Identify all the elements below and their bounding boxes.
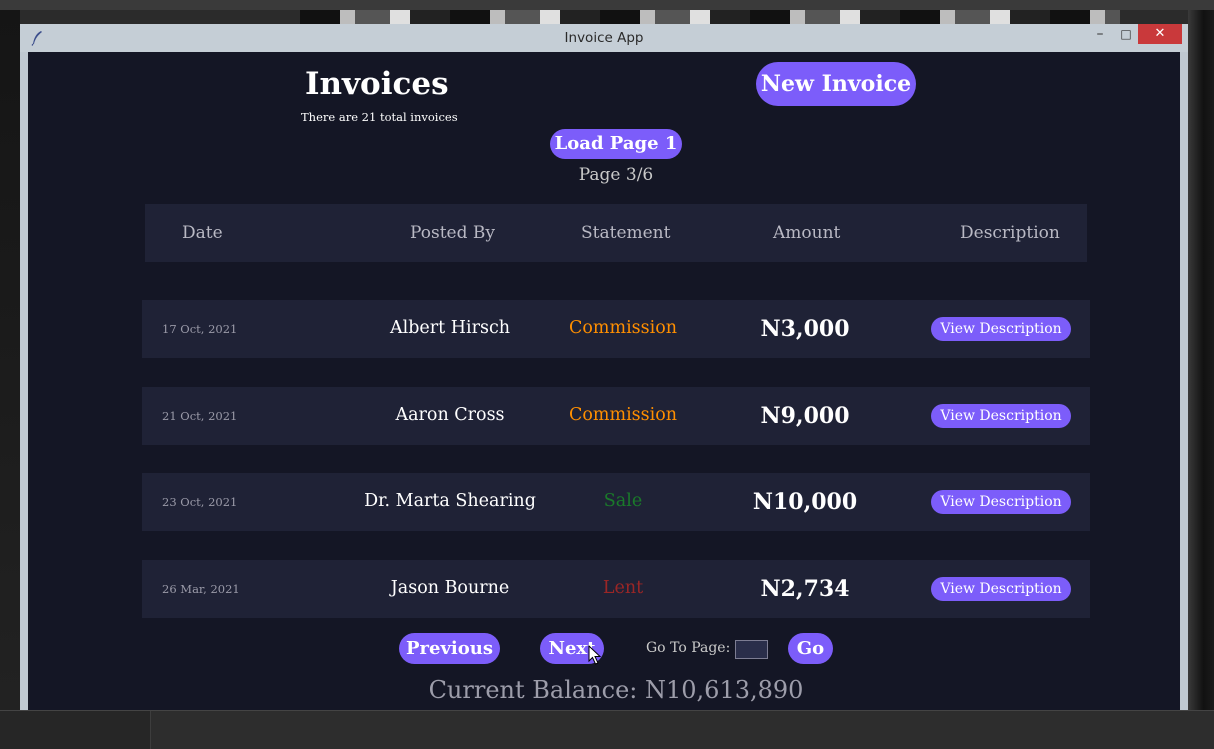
column-header-date: Date bbox=[182, 223, 223, 243]
invoice-date: 21 Oct, 2021 bbox=[162, 409, 238, 423]
load-page-button[interactable]: Load Page 1 bbox=[550, 129, 682, 159]
view-description-button[interactable]: View Description bbox=[931, 317, 1071, 341]
invoice-amount: N10,000 bbox=[752, 489, 858, 515]
invoice-posted-by: Aaron Cross bbox=[395, 405, 505, 425]
column-header-statement: Statement bbox=[581, 223, 671, 243]
window-title: Invoice App bbox=[564, 30, 644, 46]
taskbar-item[interactable] bbox=[0, 711, 151, 749]
invoice-posted-by: Dr. Marta Shearing bbox=[364, 491, 536, 511]
go-button[interactable]: Go bbox=[788, 633, 833, 664]
invoice-amount: N3,000 bbox=[760, 316, 850, 342]
invoice-statement: Commission bbox=[568, 318, 678, 338]
mouse-pointer-icon bbox=[588, 645, 602, 665]
invoice-date: 23 Oct, 2021 bbox=[162, 495, 238, 509]
page-title: Invoices bbox=[305, 66, 449, 102]
view-description-button[interactable]: View Description bbox=[931, 404, 1071, 428]
goto-page-input[interactable] bbox=[735, 640, 768, 659]
table-row: 23 Oct, 2021 Dr. Marta Shearing Sale N10… bbox=[142, 473, 1090, 531]
table-row: 26 Mar, 2021 Jason Bourne Lent N2,734 Vi… bbox=[142, 560, 1090, 618]
close-button[interactable]: ✕ bbox=[1138, 24, 1182, 44]
column-header-description: Description bbox=[960, 223, 1060, 243]
column-header-amount: Amount bbox=[773, 223, 841, 243]
invoice-amount: N9,000 bbox=[760, 403, 850, 429]
background-photo-strip bbox=[300, 10, 1120, 24]
invoice-statement: Lent bbox=[602, 578, 644, 598]
title-bar[interactable]: Invoice App – □ ✕ bbox=[20, 24, 1188, 52]
invoice-posted-by: Albert Hirsch bbox=[389, 318, 511, 338]
invoice-statement: Commission bbox=[568, 405, 678, 425]
invoice-date: 26 Mar, 2021 bbox=[162, 582, 240, 596]
table-header: Date Posted By Statement Amount Descript… bbox=[145, 204, 1087, 262]
invoice-posted-by: Jason Bourne bbox=[390, 578, 510, 598]
column-header-posted-by: Posted By bbox=[410, 223, 495, 243]
previous-page-button[interactable]: Previous bbox=[399, 633, 500, 664]
goto-page-label: Go To Page: bbox=[646, 640, 731, 656]
current-balance: Current Balance: N10,613,890 bbox=[428, 676, 804, 704]
invoice-count: There are 21 total invoices bbox=[301, 110, 458, 124]
desktop-backdrop-left bbox=[0, 10, 20, 710]
page-indicator: Page 3/6 bbox=[578, 165, 654, 185]
table-row: 17 Oct, 2021 Albert Hirsch Commission N3… bbox=[142, 300, 1090, 358]
maximize-button[interactable]: □ bbox=[1114, 24, 1138, 46]
invoice-amount: N2,734 bbox=[760, 576, 850, 602]
table-row: 21 Oct, 2021 Aaron Cross Commission N9,0… bbox=[142, 387, 1090, 445]
minimize-button[interactable]: – bbox=[1088, 24, 1112, 46]
app-window: Invoice App – □ ✕ Invoices There are 21 … bbox=[20, 24, 1188, 710]
view-description-button[interactable]: View Description bbox=[931, 490, 1071, 514]
desktop-backdrop-right bbox=[1188, 10, 1214, 710]
invoice-date: 17 Oct, 2021 bbox=[162, 322, 238, 336]
app-content: Invoices There are 21 total invoices New… bbox=[28, 52, 1180, 710]
taskbar bbox=[0, 710, 1214, 749]
desktop-backdrop bbox=[0, 0, 1214, 10]
new-invoice-button[interactable]: New Invoice bbox=[756, 62, 916, 106]
view-description-button[interactable]: View Description bbox=[931, 577, 1071, 601]
invoice-statement: Sale bbox=[603, 491, 643, 511]
